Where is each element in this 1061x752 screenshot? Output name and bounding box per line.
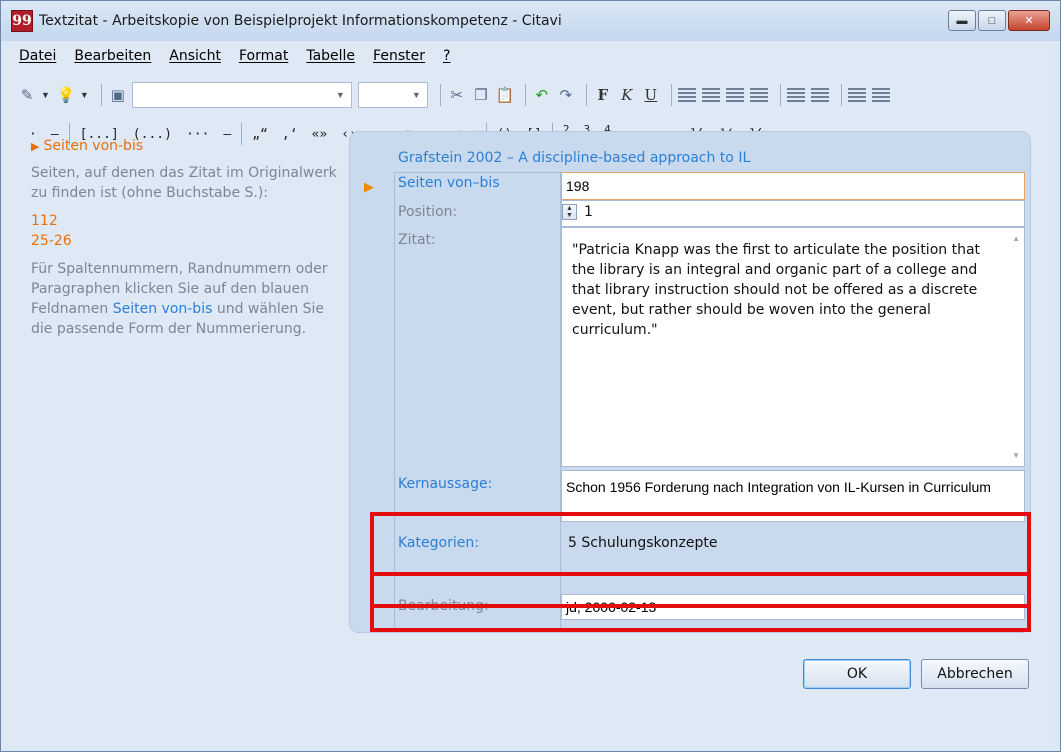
- position-input[interactable]: [561, 200, 1025, 227]
- highlight-box-categories: [370, 572, 1031, 632]
- scroll-up-icon[interactable]: ▲: [1012, 234, 1020, 243]
- pages-input[interactable]: 198: [561, 172, 1025, 200]
- toolbar-separator: [585, 84, 587, 106]
- align-center-icon[interactable]: [701, 88, 720, 102]
- core-statement-value: Schon 1956 Forderung nach Integration vo…: [566, 479, 991, 495]
- citavi-logo-icon: 99: [11, 10, 33, 32]
- chevron-down-icon[interactable]: ▼: [80, 90, 89, 100]
- help-example: 112: [31, 213, 58, 229]
- cancel-button[interactable]: Abbrechen: [921, 659, 1029, 689]
- current-field-arrow-icon: ▶: [364, 179, 374, 194]
- quote-textarea[interactable]: "Patricia Knapp was the first to articul…: [561, 227, 1025, 467]
- menu-bearbeiten[interactable]: Bearbeiten: [74, 48, 151, 70]
- toolbar-separator: [840, 84, 842, 106]
- font-family-combo[interactable]: ▼: [131, 82, 352, 108]
- help-field-link[interactable]: Seiten von-bis: [113, 301, 213, 317]
- core-statement-label[interactable]: Kernaussage:: [398, 476, 492, 492]
- help-examples: 112 25-26: [31, 211, 341, 251]
- italic-button[interactable]: K: [617, 85, 637, 105]
- close-button[interactable]: ✕: [1008, 10, 1050, 31]
- toolbar-separator: [100, 84, 102, 106]
- window-title: Textzitat - Arbeitskopie von Beispielpro…: [39, 13, 562, 29]
- menu-bar: Datei Bearbeiten Ansicht Format Tabelle …: [7, 48, 450, 70]
- align-justify-icon[interactable]: [749, 88, 768, 102]
- toolbar-separator: [439, 84, 441, 106]
- position-label: Position:: [398, 204, 458, 220]
- help-intro: Seiten, auf denen das Zitat im Originalw…: [31, 165, 337, 201]
- play-arrow-icon: ▶: [31, 140, 40, 153]
- bullet-list-icon[interactable]: [786, 88, 805, 102]
- undo-icon[interactable]: ↶: [532, 85, 552, 105]
- title-bar: 99 Textzitat - Arbeitskopie von Beispiel…: [1, 1, 1060, 41]
- position-value: 1: [584, 204, 593, 220]
- toolbar-separator: [670, 84, 672, 106]
- quote-text: "Patricia Knapp was the first to articul…: [572, 242, 981, 338]
- pages-label[interactable]: Seiten von–bis: [398, 175, 500, 191]
- chevron-down-icon[interactable]: ▼: [41, 90, 50, 100]
- help-panel: ▶ Seiten von-bis Seiten, auf denen das Zi…: [31, 136, 341, 339]
- position-spinner[interactable]: ▲ ▼: [562, 204, 577, 220]
- menu-datei[interactable]: Datei: [19, 48, 56, 70]
- save-icon[interactable]: ▣: [108, 85, 128, 105]
- ok-button[interactable]: OK: [803, 659, 911, 689]
- cut-icon[interactable]: ✂: [447, 85, 467, 105]
- pages-value: 198: [566, 178, 590, 194]
- paste-icon[interactable]: 📋: [495, 85, 515, 105]
- menu-tabelle[interactable]: Tabelle: [306, 48, 355, 70]
- minimize-button[interactable]: ▬: [948, 10, 976, 31]
- caption-buttons: ▬ □ ✕: [948, 10, 1050, 31]
- formatting-toolbar: ✎ ▼ 💡 ▼ ▣ ▼ ▼ ✂ ❐ 📋 ↶ ↷ F K U: [7, 79, 1054, 111]
- help-example: 25-26: [31, 233, 72, 249]
- help-heading-text: Seiten von-bis: [43, 138, 144, 154]
- quotation-form-panel: Grafstein 2002 – A discipline-based appr…: [349, 131, 1031, 633]
- menu-fenster[interactable]: Fenster: [373, 48, 425, 70]
- toolbar-separator: [779, 84, 781, 106]
- maximize-button[interactable]: □: [978, 10, 1006, 31]
- menu-ansicht[interactable]: Ansicht: [169, 48, 221, 70]
- align-right-icon[interactable]: [725, 88, 744, 102]
- redo-icon[interactable]: ↷: [556, 85, 576, 105]
- idea-bulb-icon[interactable]: 💡: [56, 85, 76, 105]
- dialog-window: 99 Textzitat - Arbeitskopie von Beispiel…: [0, 0, 1061, 752]
- underline-button[interactable]: U: [641, 85, 661, 105]
- align-left-icon[interactable]: [677, 88, 696, 102]
- font-size-combo[interactable]: ▼: [357, 82, 428, 108]
- menu-help[interactable]: ?: [443, 48, 450, 70]
- scroll-down-icon[interactable]: ▼: [1012, 451, 1020, 460]
- copy-icon[interactable]: ❐: [471, 85, 491, 105]
- help-description: Für Spaltennummern, Randnummern oder Par…: [31, 259, 341, 339]
- indent-increase-icon[interactable]: [847, 88, 866, 102]
- toolbar-separator: [524, 84, 526, 106]
- menu-format[interactable]: Format: [239, 48, 288, 70]
- indent-decrease-icon[interactable]: [871, 88, 890, 102]
- help-heading: ▶ Seiten von-bis: [31, 136, 341, 157]
- numbered-list-icon[interactable]: [810, 88, 829, 102]
- bold-button[interactable]: F: [593, 85, 613, 105]
- quote-label: Zitat:: [398, 232, 436, 248]
- reference-title[interactable]: Grafstein 2002 – A discipline-based appr…: [398, 150, 750, 166]
- new-note-icon[interactable]: ✎: [17, 85, 37, 105]
